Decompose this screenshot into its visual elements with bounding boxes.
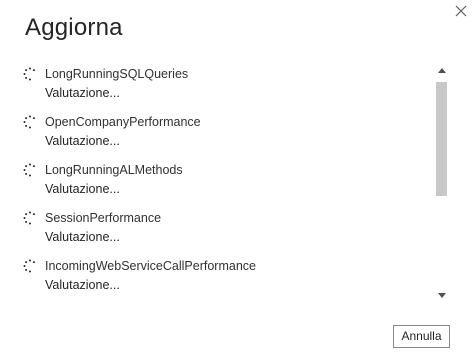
close-icon: [455, 5, 467, 17]
item-name: LongRunningALMethods: [45, 163, 183, 177]
item-name: LongRunningSQLQueries: [45, 67, 189, 81]
list-item: OpenCompanyPerformance Valutazione...: [20, 110, 430, 154]
item-status: Valutazione...: [45, 134, 120, 148]
item-status: Valutazione...: [45, 230, 120, 244]
item-status: Valutazione...: [45, 278, 120, 292]
item-name: OpenCompanyPerformance: [45, 115, 201, 129]
item-name: IncomingWebServiceCallPerformance: [45, 259, 256, 273]
refresh-items-list: LongRunningSQLQueries Valutazione... Ope…: [20, 62, 430, 302]
close-button[interactable]: [452, 2, 470, 20]
item-status: Valutazione...: [45, 182, 120, 196]
item-status: Valutazione...: [45, 86, 120, 100]
list-item: LongRunningALMethods Valutazione...: [20, 158, 430, 202]
scroll-down-arrow-icon: [437, 293, 446, 298]
scroll-up-button[interactable]: [434, 64, 449, 78]
loading-spinner-icon: [23, 115, 35, 129]
scroll-up-arrow-icon: [437, 68, 446, 73]
dialog-title: Aggiorna: [25, 14, 123, 41]
list-item: LongRunningSQLQueries Valutazione...: [20, 62, 430, 106]
scroll-thumb[interactable]: [436, 82, 447, 196]
list-item: SessionPerformance Valutazione...: [20, 206, 430, 250]
loading-spinner-icon: [23, 67, 35, 81]
loading-spinner-icon: [23, 163, 35, 177]
vertical-scrollbar[interactable]: [434, 64, 449, 304]
loading-spinner-icon: [23, 259, 35, 273]
refresh-dialog: Aggiorna LongRunningSQLQueries Valutazio…: [0, 0, 474, 361]
list-item: IncomingWebServiceCallPerformance Valuta…: [20, 254, 430, 298]
scroll-down-button[interactable]: [434, 290, 449, 304]
loading-spinner-icon: [23, 211, 35, 225]
item-name: SessionPerformance: [45, 211, 162, 225]
cancel-button[interactable]: Annulla: [393, 325, 450, 348]
